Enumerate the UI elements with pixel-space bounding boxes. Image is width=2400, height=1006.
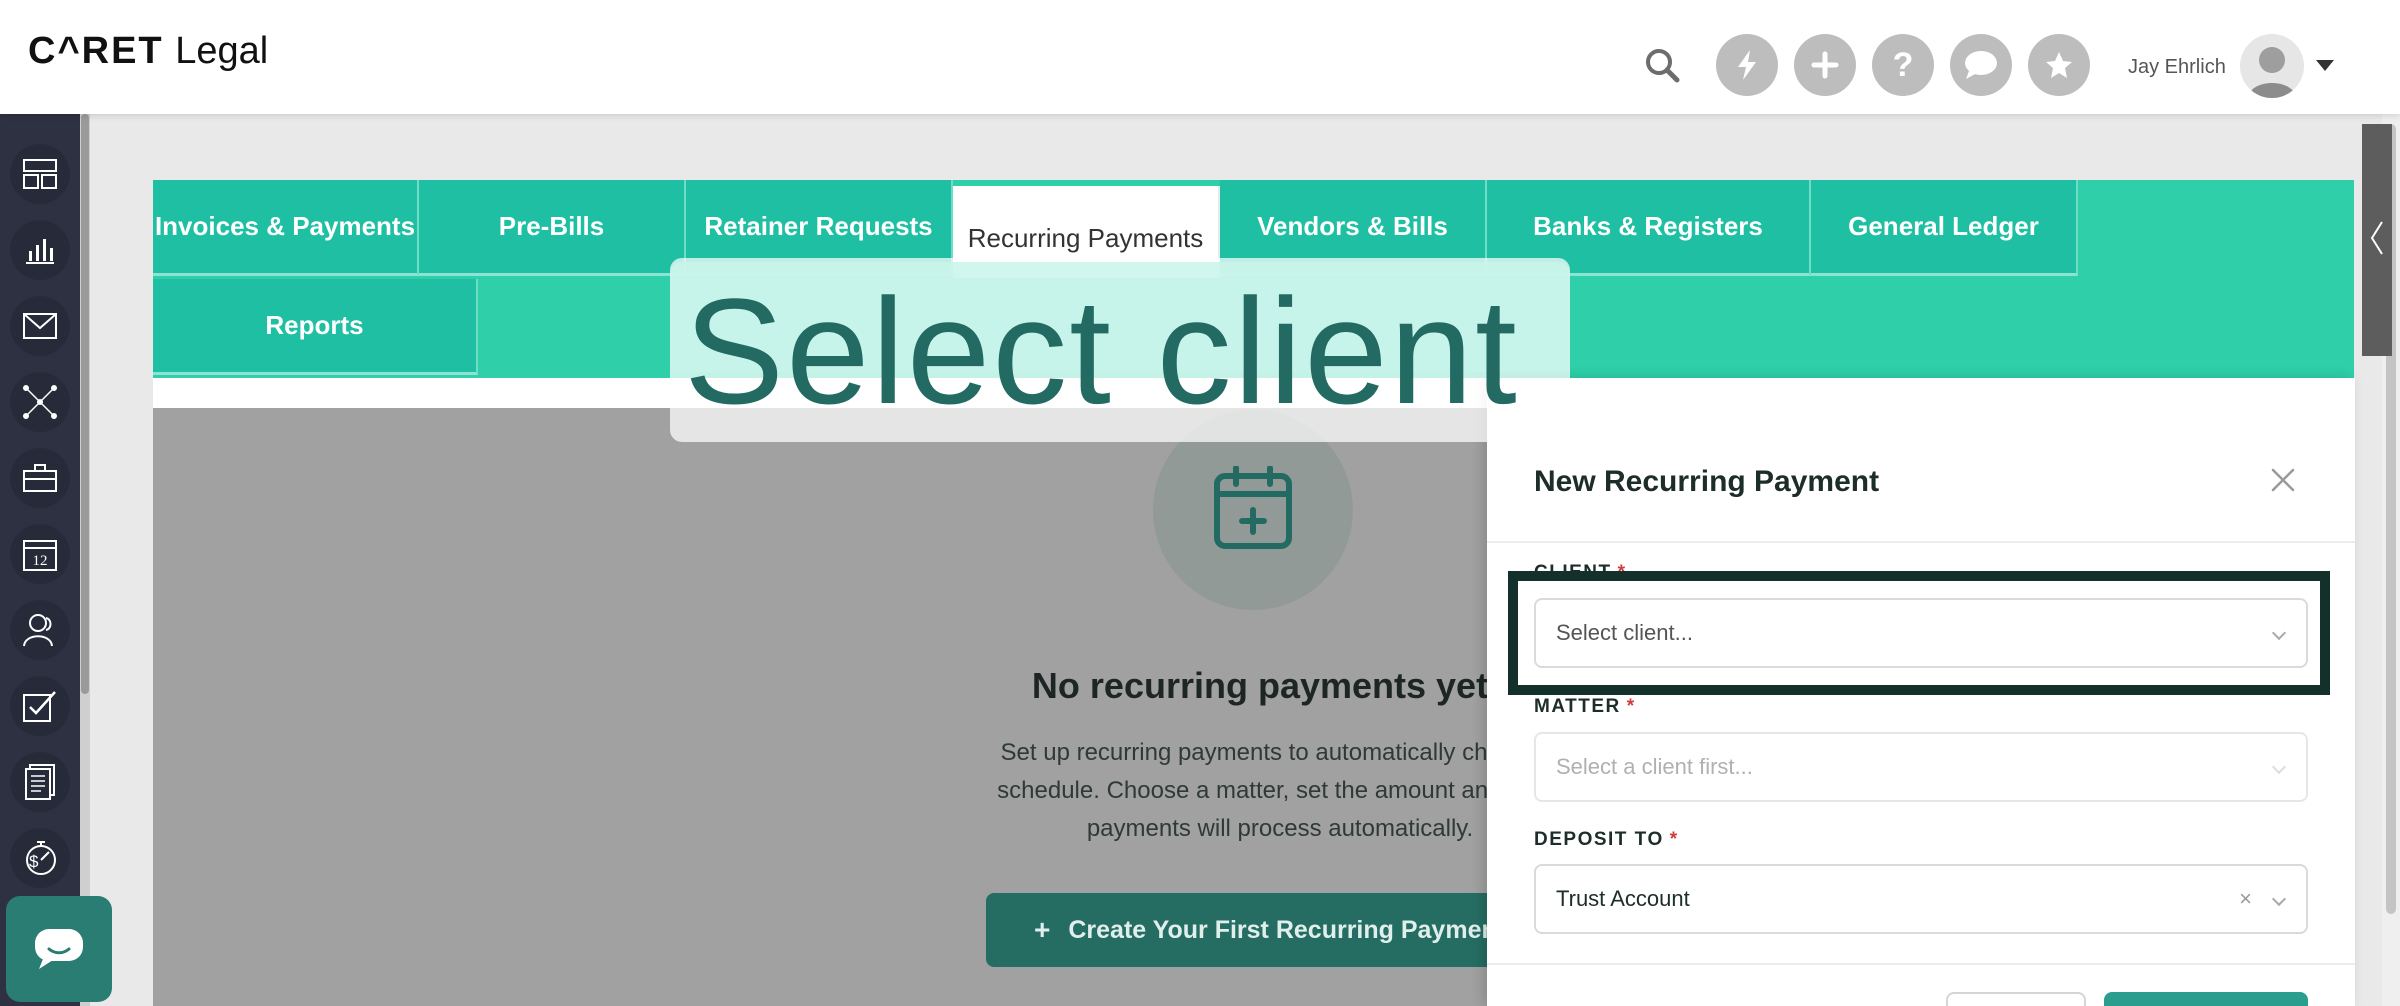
tab-pre-bills[interactable]: Pre-Bills <box>419 180 686 276</box>
top-bar: C^RET Legal ? Jay Ehrlich <box>0 0 2400 114</box>
logo-brand: C^RET <box>28 30 164 72</box>
matter-label: MATTER * <box>1534 696 1636 717</box>
cancel-button[interactable] <box>1946 992 2086 1006</box>
chat-bubble-icon[interactable] <box>1950 34 2012 96</box>
deposit-to-label: DEPOSIT TO * <box>1534 829 1679 850</box>
help-icon[interactable]: ? <box>1872 34 1934 96</box>
tasks-check-icon[interactable] <box>10 676 70 736</box>
create-first-recurring-payment-button[interactable]: + Create Your First Recurring Payment <box>986 893 1506 967</box>
clear-icon[interactable]: × <box>2239 886 2252 912</box>
documents-icon[interactable] <box>10 752 70 812</box>
lightning-icon[interactable] <box>1716 34 1778 96</box>
plus-icon: + <box>1034 914 1051 945</box>
matter-select-placeholder: Select a client first... <box>1556 754 1753 779</box>
matter-select[interactable]: Select a client first... <box>1534 732 2308 802</box>
create-button-label: Create Your First Recurring Payment <box>1068 915 1506 944</box>
empty-state-title: No recurring payments yet <box>1031 665 1489 706</box>
svg-text:$: $ <box>29 852 39 871</box>
client-field-highlight <box>1508 571 2330 695</box>
deposit-to-value: Trust Account <box>1556 886 1690 911</box>
avatar[interactable] <box>2240 34 2304 98</box>
reports-chart-icon[interactable] <box>10 220 70 280</box>
tab-reports[interactable]: Reports <box>153 279 478 375</box>
step-tooltip: Select client <box>670 258 1570 442</box>
svg-text:12: 12 <box>33 553 48 569</box>
new-recurring-payment-drawer: New Recurring Payment CLIENT * Select cli… <box>1487 378 2355 1006</box>
panel-collapse-handle[interactable] <box>2362 124 2392 356</box>
user-menu-chevron-down-icon[interactable] <box>2316 60 2334 71</box>
search-icon[interactable] <box>1644 47 1680 83</box>
star-icon[interactable] <box>2028 34 2090 96</box>
drawer-footer-divider <box>1487 963 2355 965</box>
chevron-left-icon <box>2369 220 2385 261</box>
chevron-down-icon <box>2271 891 2287 907</box>
dashboard-icon[interactable] <box>10 144 70 204</box>
deposit-to-select[interactable]: Trust Account × <box>1534 864 2308 934</box>
drawer-title: New Recurring Payment <box>1534 465 1880 498</box>
left-sidebar: 12 $ <box>0 114 80 1006</box>
calendar-plus-icon <box>1214 464 1292 555</box>
chevron-down-icon <box>2271 759 2287 775</box>
mail-icon[interactable] <box>10 296 70 356</box>
sidebar-scrollbar[interactable] <box>80 114 90 1006</box>
user-name[interactable]: Jay Ehrlich <box>2128 56 2226 79</box>
network-icon[interactable] <box>10 372 70 432</box>
tab-general-ledger[interactable]: General Ledger <box>1811 180 2078 276</box>
billing-timer-icon[interactable]: $ <box>10 828 70 888</box>
close-icon[interactable] <box>2269 466 2297 494</box>
calendar-icon[interactable]: 12 <box>10 524 70 584</box>
briefcase-icon[interactable] <box>10 448 70 508</box>
drawer-header-divider <box>1487 541 2355 543</box>
app-logo[interactable]: C^RET Legal <box>28 30 268 73</box>
logo-suffix: Legal <box>175 30 269 72</box>
support-chat-button[interactable] <box>6 896 112 1002</box>
contacts-icon[interactable] <box>10 600 70 660</box>
tooltip-text: Select client <box>684 267 1519 435</box>
tab-invoices-payments[interactable]: Invoices & Payments <box>153 180 419 276</box>
plus-icon[interactable] <box>1794 34 1856 96</box>
save-button[interactable] <box>2104 992 2308 1006</box>
